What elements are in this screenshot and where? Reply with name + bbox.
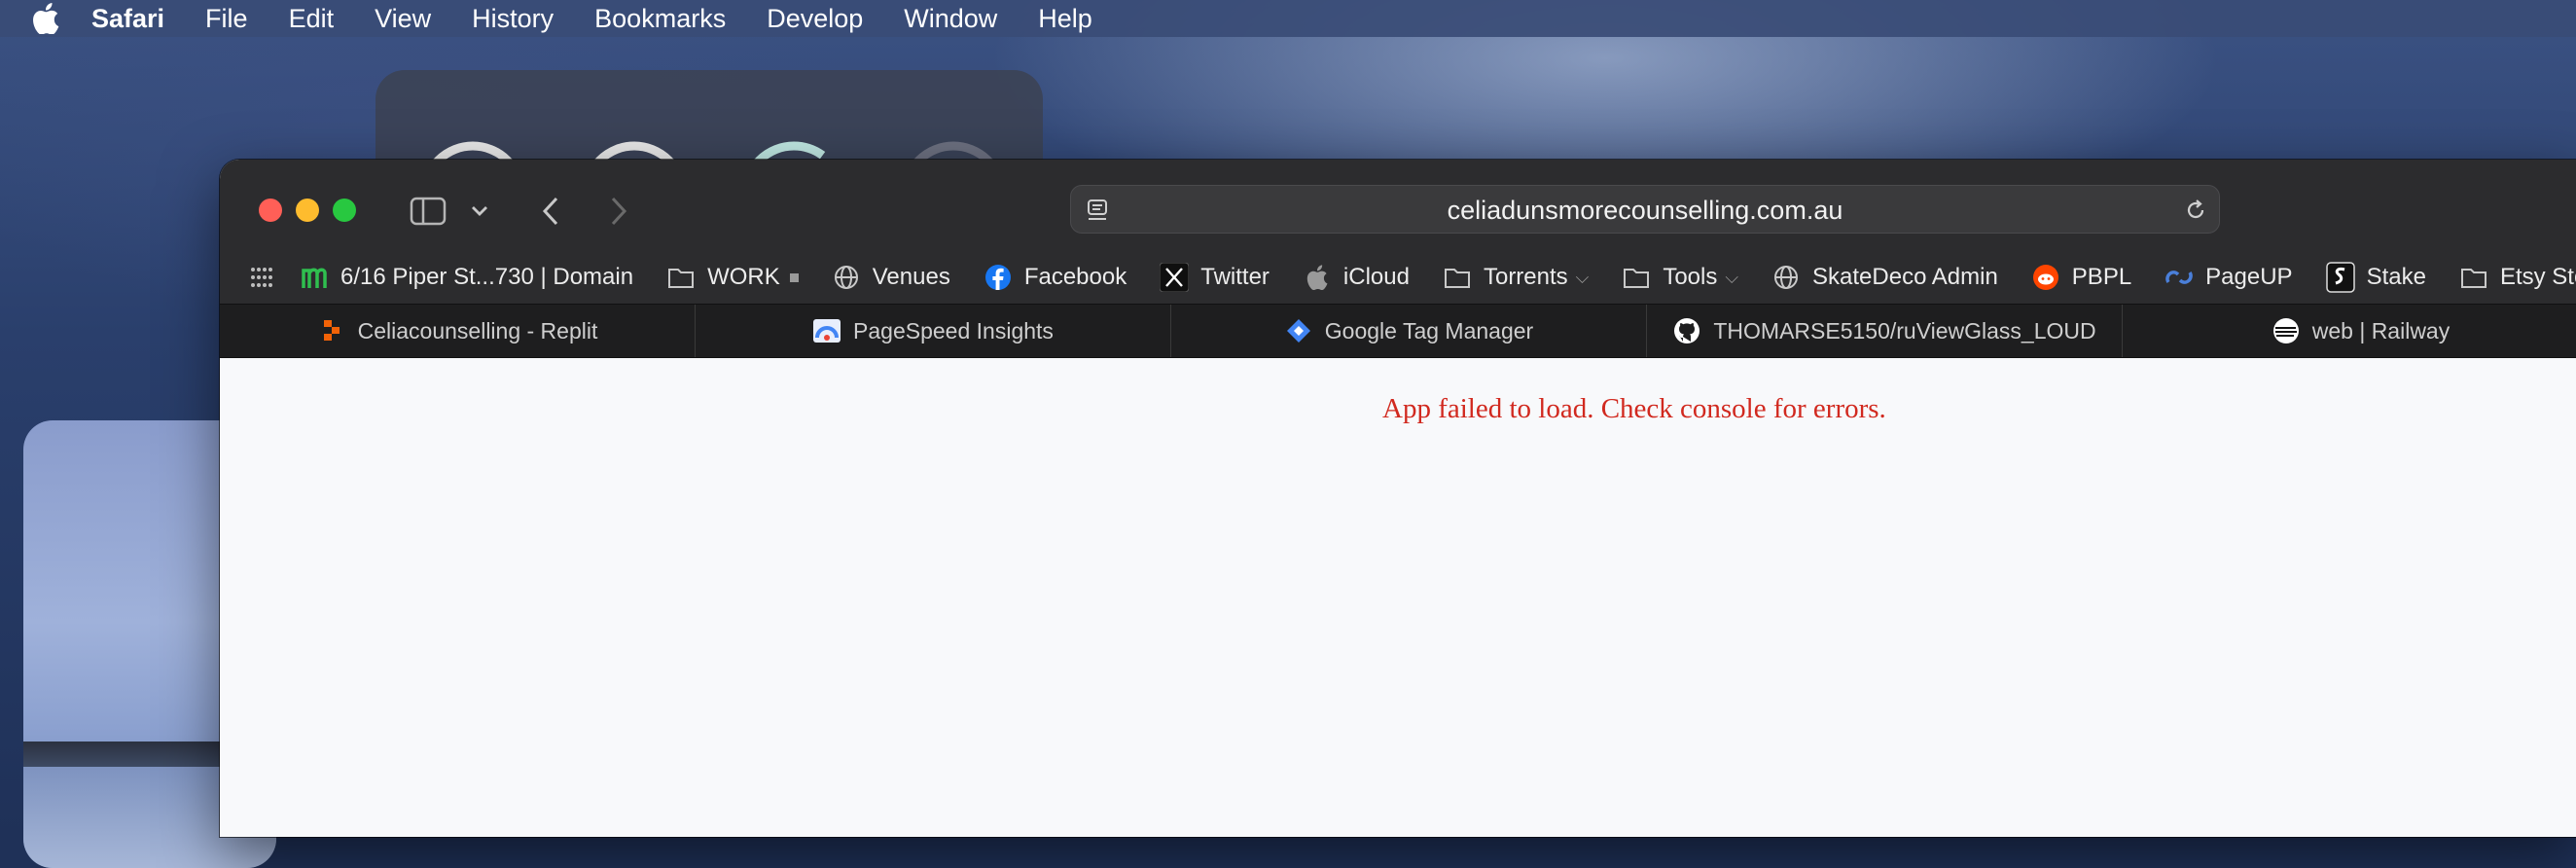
bookmark-folder-work[interactable]: WORK xyxy=(666,263,799,292)
facebook-icon xyxy=(984,263,1013,292)
zoom-window-button[interactable] xyxy=(333,199,356,222)
folder-icon xyxy=(666,263,696,292)
bookmark-icloud[interactable]: iCloud xyxy=(1303,263,1410,292)
bookmark-pbpl[interactable]: PBPL xyxy=(2031,263,2131,292)
bookmark-folder-torrents[interactable]: Torrents ⌵ xyxy=(1443,263,1589,292)
minimize-window-button[interactable] xyxy=(296,199,319,222)
apple-menu-icon[interactable] xyxy=(29,2,62,35)
menu-window[interactable]: Window xyxy=(904,4,997,34)
back-icon[interactable] xyxy=(535,193,566,230)
tag-manager-icon xyxy=(1284,316,1313,345)
tab-github[interactable]: THOMARSE5150/ruViewGlass_LOUD xyxy=(1647,305,2123,357)
chevron-down-icon: ⌵ xyxy=(1725,267,1739,287)
tab-google-tag-manager[interactable]: Google Tag Manager xyxy=(1171,305,1647,357)
stake-icon xyxy=(2325,262,2355,293)
close-window-button[interactable] xyxy=(259,199,282,222)
folder-icon xyxy=(1443,263,1472,292)
x-icon xyxy=(1160,263,1190,292)
pagespeed-icon xyxy=(812,316,841,345)
reddit-icon xyxy=(2031,263,2060,292)
apple-icon xyxy=(1303,263,1332,292)
bookmark-facebook[interactable]: Facebook xyxy=(984,263,1127,292)
tab-railway[interactable]: web | Railway xyxy=(2123,305,2576,357)
github-icon xyxy=(1672,316,1701,345)
bookmarks-bar: 6/16 Piper St...730 | Domain WORK Venues… xyxy=(220,251,2576,304)
pageup-icon xyxy=(2165,263,2194,292)
menu-help[interactable]: Help xyxy=(1038,4,1092,34)
folder-icon xyxy=(1622,263,1651,292)
safari-window: celiadunsmorecounselling.com.au 6/16 Pip… xyxy=(220,160,2576,837)
error-message: App failed to load. Check console for er… xyxy=(1382,393,1886,424)
tab-replit[interactable]: Celiacounselling - Replit xyxy=(220,305,696,357)
menu-bar: Safari File Edit View History Bookmarks … xyxy=(0,0,2576,37)
bookmark-twitter[interactable]: Twitter xyxy=(1160,263,1270,292)
chevron-down-icon: ⌵ xyxy=(1575,267,1590,287)
globe-icon xyxy=(1771,263,1801,292)
menu-file[interactable]: File xyxy=(205,4,248,34)
bookmark-pageup[interactable]: PageUP xyxy=(2165,263,2293,292)
address-bar[interactable]: celiadunsmorecounselling.com.au xyxy=(1070,185,2220,234)
bookmark-stake[interactable]: Stake xyxy=(2325,262,2426,293)
globe-icon xyxy=(832,263,861,292)
bookmark-folder-etsy[interactable]: Etsy Sto xyxy=(2459,263,2576,292)
forward-icon[interactable] xyxy=(603,193,634,230)
menu-history[interactable]: History xyxy=(472,4,554,34)
bookmark-folder-tools[interactable]: Tools ⌵ xyxy=(1622,263,1738,292)
bookmark-skatedeco-admin[interactable]: SkateDeco Admin xyxy=(1771,263,1998,292)
menu-app-safari[interactable]: Safari xyxy=(91,4,164,34)
bookmark-domain[interactable]: 6/16 Piper St...730 | Domain xyxy=(300,263,633,292)
tab-bar: Celiacounselling - Replit PageSpeed Insi… xyxy=(220,304,2576,358)
chevron-down-icon[interactable] xyxy=(467,199,492,224)
menu-bookmarks[interactable]: Bookmarks xyxy=(594,4,726,34)
reload-icon[interactable] xyxy=(2182,197,2209,224)
tab-pagespeed[interactable]: PageSpeed Insights xyxy=(696,305,1171,357)
menu-view[interactable]: View xyxy=(375,4,431,34)
square-icon xyxy=(789,272,799,282)
menu-edit[interactable]: Edit xyxy=(289,4,335,34)
sidebar-toggle-icon[interactable] xyxy=(409,195,447,228)
toolbar: celiadunsmorecounselling.com.au 6/16 Pip… xyxy=(220,160,2576,304)
bookmark-venues[interactable]: Venues xyxy=(832,263,950,292)
domain-icon xyxy=(300,263,329,292)
page-content: App failed to load. Check console for er… xyxy=(220,358,2576,837)
railway-icon xyxy=(2272,316,2301,345)
menu-develop[interactable]: Develop xyxy=(767,4,863,34)
folder-icon xyxy=(2459,263,2488,292)
apps-grid-icon[interactable] xyxy=(247,263,276,292)
replit-icon xyxy=(317,316,346,345)
url-text[interactable]: celiadunsmorecounselling.com.au xyxy=(1071,186,2219,235)
